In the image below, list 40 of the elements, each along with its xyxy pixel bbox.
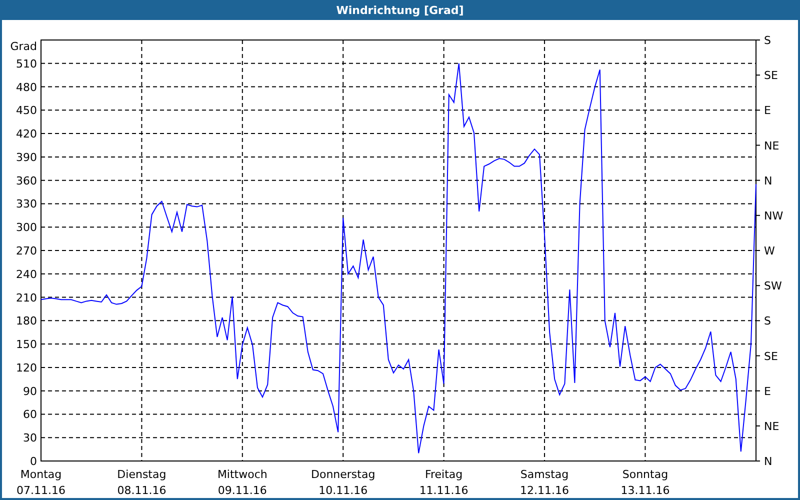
direction-label: E — [764, 384, 771, 398]
y-tick-label: 480 — [16, 80, 37, 94]
y-tick-label: 180 — [16, 314, 37, 328]
y-tick-label: 300 — [16, 221, 37, 234]
x-tick-label: Samstag 12.11.16 — [520, 468, 570, 497]
y-axis-title: Grad — [10, 40, 37, 53]
x-tick-label: Dienstag 08.11.16 — [117, 468, 166, 497]
direction-label: NW — [764, 209, 784, 222]
direction-label: W — [764, 244, 775, 258]
y-tick-label: 330 — [16, 198, 37, 211]
direction-label: S — [764, 34, 771, 47]
y-tick-label: 420 — [16, 128, 37, 141]
y-tick-label: 390 — [16, 150, 37, 164]
x-tick-label: Montag 07.11.16 — [16, 468, 66, 497]
y-tick-label: 90 — [23, 384, 37, 398]
x-tick-label: Donnerstag 10.11.16 — [311, 468, 376, 497]
x-tick-label: Sonntag 13.11.16 — [620, 468, 670, 497]
y-tick-label: 210 — [16, 291, 37, 304]
direction-label: SE — [764, 69, 778, 82]
y-tick-label: 60 — [23, 408, 37, 422]
x-tick-label: Mittwoch 09.11.16 — [217, 468, 268, 497]
direction-label: NE — [764, 420, 780, 433]
y-tick-label: 270 — [16, 244, 37, 258]
direction-label: S — [764, 314, 771, 328]
y-tick-label: 510 — [16, 57, 37, 70]
y-tick-label: 450 — [16, 104, 37, 118]
y-tick-label: 150 — [16, 338, 37, 352]
y-tick-label: 30 — [23, 432, 37, 445]
x-tick-label: Freitag 11.11.16 — [419, 468, 468, 497]
window-title: Windrichtung [Grad] — [2, 0, 798, 20]
direction-label: SE — [764, 350, 778, 363]
direction-label: SW — [764, 280, 782, 293]
y-tick-label: 120 — [16, 361, 37, 374]
direction-label: N — [764, 174, 772, 188]
y-tick-label: 240 — [16, 268, 37, 281]
y-tick-label: 360 — [16, 174, 37, 188]
direction-label: N — [764, 455, 772, 468]
direction-label: NE — [764, 139, 780, 152]
direction-label: E — [764, 104, 771, 118]
y-tick-label: 0 — [30, 455, 37, 468]
